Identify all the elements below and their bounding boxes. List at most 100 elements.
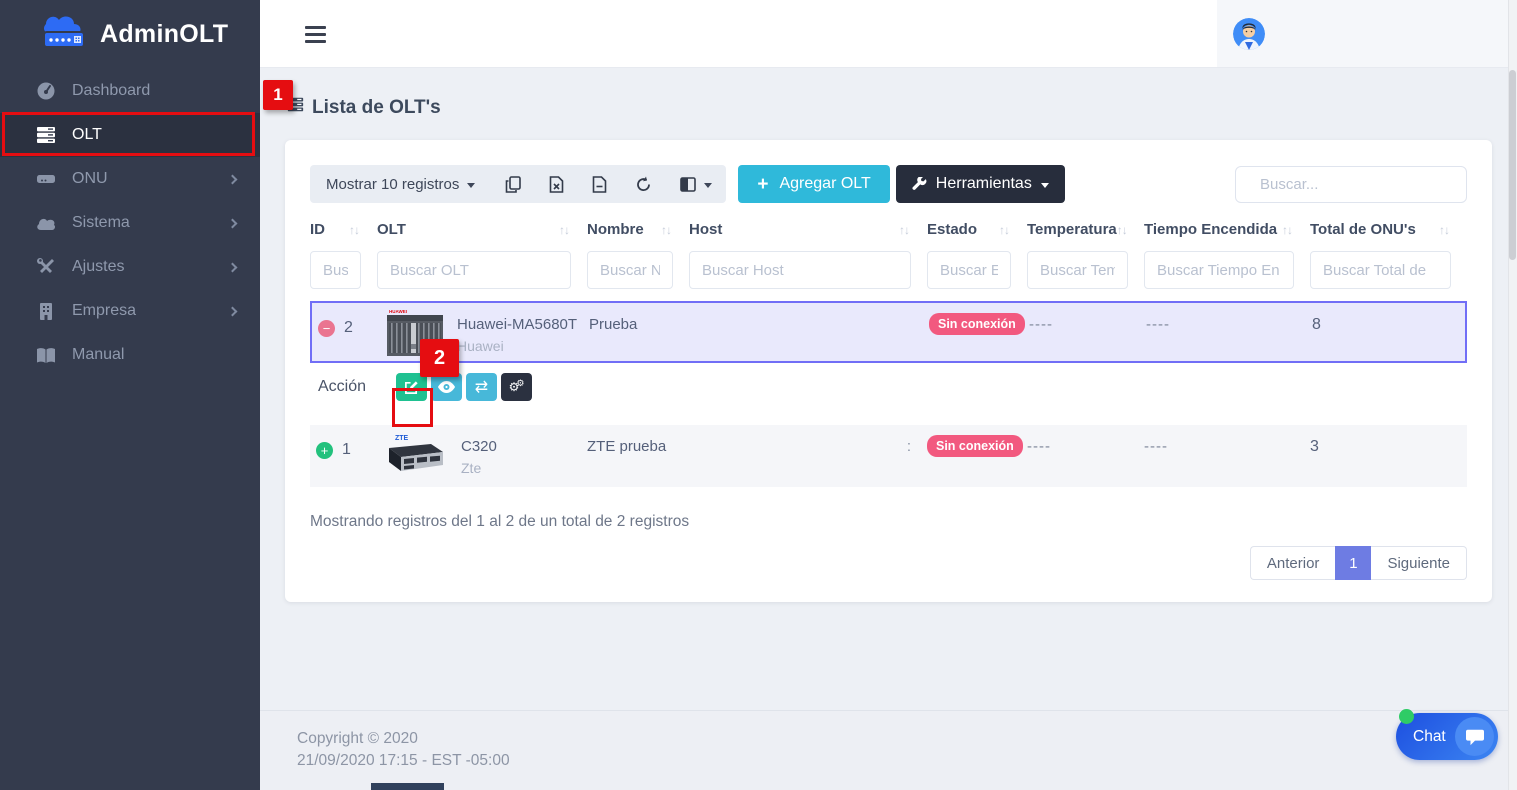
sidebar-item-label: Empresa <box>72 302 136 320</box>
pagination-previous-button[interactable]: Anterior <box>1250 546 1336 580</box>
exchange-arrows-icon: ⇄ <box>475 377 488 397</box>
columns-icon <box>680 177 696 192</box>
filter-nombre-input[interactable] <box>587 251 673 289</box>
eye-icon <box>438 381 455 393</box>
olt-total-onus: 8 <box>1312 303 1469 361</box>
column-header-host[interactable]: Host↑↓ <box>689 221 927 238</box>
table-toolbar: Mostrar 10 registros <box>310 165 1467 203</box>
filter-temperatura-input[interactable] <box>1027 251 1128 289</box>
plus-icon: + <box>757 175 768 194</box>
speech-bubble-icon <box>1465 728 1485 746</box>
building-icon <box>34 302 58 321</box>
pagination-next-button[interactable]: Siguiente <box>1371 546 1467 580</box>
column-header-tiempo-encendida[interactable]: Tiempo Encendida↑↓ <box>1144 221 1310 238</box>
row-id: 1 <box>342 441 351 459</box>
sort-arrows-icon: ↑↓ <box>1117 223 1127 237</box>
sidebar-item-label: Manual <box>72 346 124 364</box>
topbar-user-area <box>1217 0 1508 67</box>
column-header-estado[interactable]: Estado↑↓ <box>927 221 1027 238</box>
wrench-icon <box>912 177 927 192</box>
sidebar-item-sistema[interactable]: Sistema <box>0 201 260 245</box>
scrollbar-thumb[interactable] <box>1509 70 1516 260</box>
column-header-olt[interactable]: OLT↑↓ <box>377 221 587 238</box>
sidebar-toggle-hamburger-icon[interactable] <box>305 26 326 47</box>
olt-temperature: ---- <box>1029 303 1146 361</box>
table-header-row: ID↑↓ OLT↑↓ Nombre↑↓ Host↑↓ Estado↑↓ Temp… <box>310 221 1467 247</box>
olt-host <box>691 303 929 361</box>
filter-id-input[interactable] <box>310 251 361 289</box>
adminolt-app: AdminOLT Dashboard OLT <box>0 0 1517 790</box>
olt-brand: Huawei <box>457 338 577 354</box>
olt-uptime: ---- <box>1146 303 1312 361</box>
chevron-right-icon <box>228 174 238 184</box>
gauge-icon <box>34 81 58 101</box>
caret-down-icon <box>1041 183 1049 188</box>
user-avatar[interactable] <box>1233 18 1265 50</box>
footer: Copyright © 2020 21/09/2020 17:15 - EST … <box>260 710 1508 790</box>
filter-estado-input[interactable] <box>927 251 1011 289</box>
copy-icon <box>505 176 521 193</box>
sidebar-item-manual[interactable]: Manual <box>0 333 260 377</box>
olt-model: Huawei-MA5680T <box>457 316 577 333</box>
add-olt-button[interactable]: + Agregar OLT <box>738 165 889 203</box>
row-id: 2 <box>344 319 353 337</box>
table-row-zte[interactable]: + 1 ZTE C320 <box>310 425 1467 487</box>
zte-olt-device-image: ZTE <box>385 430 447 487</box>
olt-name: Prueba <box>589 303 691 361</box>
sidebar-item-empresa[interactable]: Empresa <box>0 289 260 333</box>
refresh-button[interactable] <box>621 165 666 203</box>
chevron-right-icon <box>228 262 238 272</box>
filter-total-input[interactable] <box>1310 251 1451 289</box>
online-status-dot <box>1399 709 1414 724</box>
brand: AdminOLT <box>0 0 260 69</box>
export-button-group: Mostrar 10 registros <box>310 165 726 203</box>
tools-icon <box>34 257 58 277</box>
sort-arrows-icon: ↑↓ <box>661 223 671 237</box>
records-per-page-button[interactable]: Mostrar 10 registros <box>310 165 491 203</box>
chevron-right-icon <box>228 218 238 228</box>
olt-total-onus: 3 <box>1310 425 1467 487</box>
cloud-router-logo-icon <box>38 12 90 57</box>
refresh-icon <box>635 176 652 193</box>
sidebar-item-dashboard[interactable]: Dashboard <box>0 69 260 113</box>
sidebar-item-onu[interactable]: ONU <box>0 157 260 201</box>
svg-text:HUAWEI: HUAWEI <box>389 309 407 314</box>
column-header-total-onus[interactable]: Total de ONU's↑↓ <box>1310 221 1467 238</box>
export-file-button[interactable] <box>578 165 621 203</box>
records-summary: Mostrando registros del 1 al 2 de un tot… <box>310 513 1467 531</box>
file-icon <box>592 176 607 193</box>
view-olt-button[interactable] <box>431 373 462 401</box>
sort-arrows-icon: ↑↓ <box>559 223 569 237</box>
search-input[interactable] <box>1260 176 1459 193</box>
sort-arrows-icon: ↑↓ <box>349 223 359 237</box>
expand-row-icon[interactable]: + <box>316 442 333 459</box>
olt-temperature: ---- <box>1027 425 1144 487</box>
column-header-temperatura[interactable]: Temperatura↑↓ <box>1027 221 1144 238</box>
column-header-id[interactable]: ID↑↓ <box>310 221 377 238</box>
olt-brand: Zte <box>461 460 497 476</box>
collapse-row-icon[interactable]: − <box>318 320 335 337</box>
sidebar-item-label: Sistema <box>72 214 130 232</box>
status-tooltip-fragment <box>371 783 444 790</box>
tools-dropdown-button[interactable]: Herramientas <box>896 165 1065 203</box>
global-search <box>1235 166 1467 203</box>
settings-olt-button[interactable]: ⚙⚙ <box>501 373 532 401</box>
page-scrollbar[interactable] <box>1508 0 1517 790</box>
pagination-page-1-button[interactable]: 1 <box>1335 546 1371 580</box>
sidebar-item-ajustes[interactable]: Ajustes <box>0 245 260 289</box>
column-header-nombre[interactable]: Nombre↑↓ <box>587 221 689 238</box>
annotation-step-badge-2: 2 <box>420 339 459 377</box>
transfer-olt-button[interactable]: ⇄ <box>466 373 497 401</box>
sidebar-item-label: ONU <box>72 170 108 188</box>
filter-tiempo-input[interactable] <box>1144 251 1294 289</box>
olt-uptime: ---- <box>1144 425 1310 487</box>
export-excel-button[interactable] <box>535 165 578 203</box>
filter-olt-input[interactable] <box>377 251 571 289</box>
caret-down-icon <box>704 183 712 188</box>
table-row-huawei[interactable]: − 2 HUAWEI <box>310 301 1467 363</box>
chat-bubble-circle <box>1455 717 1494 756</box>
copy-button[interactable] <box>491 165 535 203</box>
column-visibility-button[interactable] <box>666 165 726 203</box>
page-title: Lista de OLT's <box>287 96 441 119</box>
filter-host-input[interactable] <box>689 251 911 289</box>
